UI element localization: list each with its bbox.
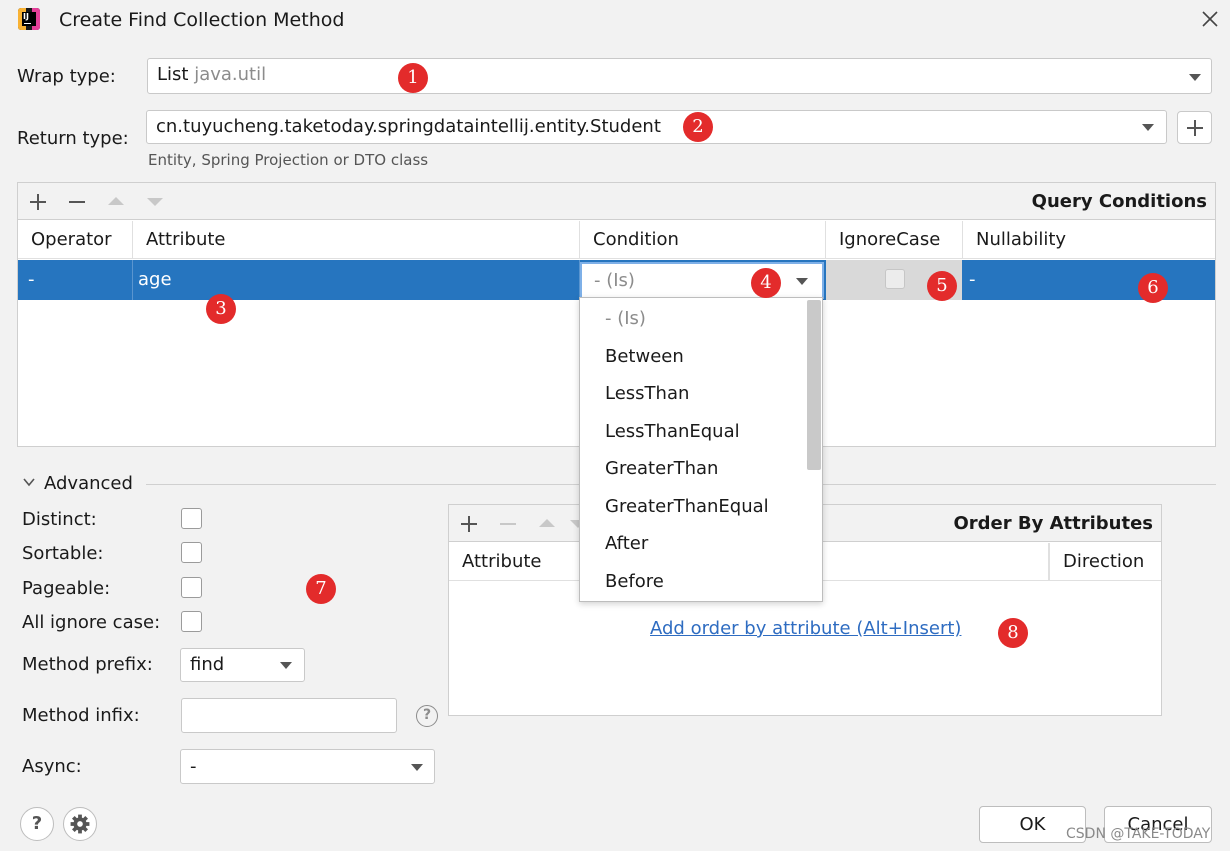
column-header[interactable]: Condition <box>580 221 826 259</box>
chevron-down-icon <box>411 764 423 771</box>
add-order-by-link[interactable]: Add order by attribute (Alt+Insert) <box>650 618 961 639</box>
move-down-icon[interactable] <box>145 192 165 212</box>
query-conditions-toolbar: Query Conditions <box>18 183 1215 220</box>
wrap-type-value: List <box>157 64 189 85</box>
annotation-badge: 2 <box>683 112 713 142</box>
chevron-down-icon[interactable] <box>22 475 36 489</box>
condition-option[interactable]: LessThan <box>605 383 689 404</box>
add-icon[interactable] <box>459 514 479 534</box>
annotation-badge: 4 <box>751 268 781 298</box>
async-label: Async: <box>22 756 82 777</box>
window-title: Create Find Collection Method <box>59 9 345 31</box>
nullability-cell[interactable]: - <box>963 260 1215 300</box>
column-header[interactable]: Operator <box>18 221 133 259</box>
condition-option[interactable]: After <box>605 533 648 554</box>
method-prefix-value: find <box>190 654 225 675</box>
annotation-badge: 6 <box>1138 273 1168 303</box>
pageable-checkbox[interactable] <box>181 577 202 598</box>
all-ignore-case-label: All ignore case: <box>22 612 161 633</box>
condition-option[interactable]: Between <box>605 346 684 367</box>
move-up-icon[interactable] <box>537 514 557 534</box>
remove-icon[interactable] <box>498 514 518 534</box>
method-prefix-combo[interactable]: find <box>180 648 305 682</box>
return-type-combo[interactable]: cn.tuyucheng.taketoday.springdataintelli… <box>146 110 1167 144</box>
annotation-badge: 8 <box>998 618 1028 648</box>
move-up-icon[interactable] <box>106 192 126 212</box>
wrap-type-label: Wrap type: <box>17 66 116 87</box>
query-conditions-header: Operator Attribute Condition IgnoreCase … <box>18 221 1215 259</box>
chevron-down-icon <box>796 278 808 285</box>
condition-option[interactable]: GreaterThanEqual <box>605 496 769 517</box>
operator-cell[interactable]: - <box>18 260 133 300</box>
condition-option[interactable]: GreaterThan <box>605 458 718 479</box>
condition-option[interactable]: Before <box>605 571 664 592</box>
add-return-type-button[interactable] <box>1177 111 1212 144</box>
condition-dropdown: - (Is) Between LessThan LessThanEqual Gr… <box>579 297 823 602</box>
sortable-label: Sortable: <box>22 543 104 564</box>
chevron-down-icon <box>1189 74 1201 81</box>
condition-option[interactable]: - (Is) <box>605 308 646 329</box>
order-by-title: Order By Attributes <box>953 513 1153 534</box>
return-type-label: Return type: <box>17 128 129 149</box>
column-header[interactable]: IgnoreCase <box>826 221 963 259</box>
attribute-cell[interactable]: age <box>133 260 580 300</box>
distinct-checkbox[interactable] <box>181 508 202 529</box>
wrap-type-package: java.util <box>194 64 267 85</box>
chevron-down-icon <box>280 662 292 669</box>
distinct-label: Distinct: <box>22 509 97 530</box>
column-header[interactable]: Direction <box>1049 543 1161 581</box>
scrollbar[interactable] <box>807 300 821 470</box>
async-combo[interactable]: - <box>180 749 435 784</box>
ignore-case-checkbox[interactable] <box>885 269 905 289</box>
annotation-badge: 3 <box>206 294 236 324</box>
help-icon[interactable]: ? <box>416 705 438 727</box>
intellij-icon: IJ <box>18 8 40 30</box>
chevron-down-icon <box>1142 124 1154 131</box>
return-type-value: cn.tuyucheng.taketoday.springdataintelli… <box>156 116 661 137</box>
close-icon[interactable] <box>1198 7 1222 31</box>
annotation-badge: 7 <box>306 574 336 604</box>
remove-icon[interactable] <box>67 192 87 212</box>
gear-icon[interactable] <box>63 807 97 841</box>
add-icon[interactable] <box>28 192 48 212</box>
method-prefix-label: Method prefix: <box>22 654 153 675</box>
return-type-hint: Entity, Spring Projection or DTO class <box>148 151 429 169</box>
async-value: - <box>190 756 197 777</box>
wrap-type-combo[interactable]: List java.util <box>147 58 1212 94</box>
watermark: CSDN @TAKE-TODAY <box>1066 826 1211 842</box>
method-infix-label: Method infix: <box>22 705 140 726</box>
column-header[interactable]: Attribute <box>133 221 580 259</box>
sortable-checkbox[interactable] <box>181 542 202 563</box>
help-button[interactable]: ? <box>20 807 54 841</box>
annotation-badge: 5 <box>927 271 957 301</box>
column-header[interactable]: Nullability <box>963 221 1215 259</box>
condition-combo[interactable]: - (Is) <box>580 262 824 299</box>
query-conditions-title: Query Conditions <box>1031 191 1207 212</box>
annotation-badge: 1 <box>398 63 428 93</box>
condition-option[interactable]: LessThanEqual <box>605 421 740 442</box>
pageable-label: Pageable: <box>22 578 111 599</box>
advanced-toggle[interactable]: Advanced <box>44 473 133 494</box>
condition-value: - (Is) <box>594 270 635 291</box>
all-ignore-case-checkbox[interactable] <box>181 611 202 632</box>
method-infix-input[interactable] <box>181 698 397 733</box>
